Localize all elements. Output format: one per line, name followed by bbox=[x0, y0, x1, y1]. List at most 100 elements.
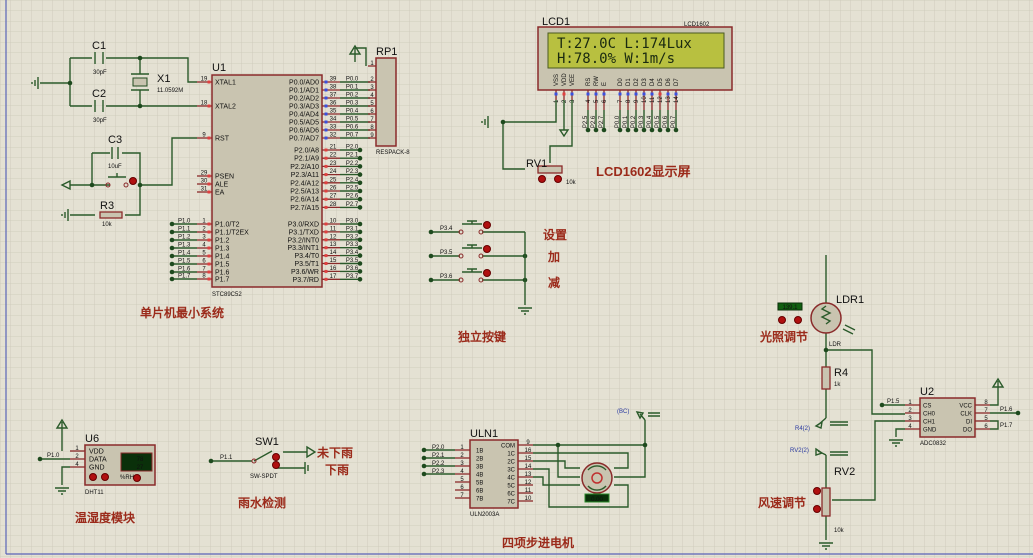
pin-state-indicator bbox=[207, 230, 211, 234]
pin-number: 14 bbox=[330, 250, 337, 256]
junction-dot bbox=[357, 164, 363, 169]
rp1-resistor-pack[interactable] bbox=[375, 57, 397, 147]
c2-ref: C2 bbox=[92, 88, 106, 100]
pin-name: P2.0/A8 bbox=[294, 148, 319, 155]
net-label: P1.7 bbox=[178, 274, 191, 280]
label-temp-humidity-module: 温湿度模块 bbox=[75, 510, 136, 525]
x1-crystal[interactable] bbox=[132, 77, 148, 87]
junction-dot bbox=[421, 463, 427, 469]
pin-name: P2.2/A10 bbox=[290, 164, 319, 171]
red-control-button[interactable] bbox=[272, 461, 280, 469]
pin-state-indicator bbox=[324, 269, 328, 273]
pin-number: 39 bbox=[330, 77, 337, 83]
net-label: P2.5 bbox=[346, 186, 359, 192]
net-label: P0.5 bbox=[346, 117, 359, 123]
pin-number: 11 bbox=[525, 488, 532, 494]
pin-number: 28 bbox=[330, 202, 337, 208]
rv2-potentiometer[interactable] bbox=[821, 487, 831, 517]
pin-state-indicator bbox=[324, 181, 328, 185]
red-control-button[interactable] bbox=[133, 474, 141, 482]
junction-dot bbox=[879, 402, 885, 408]
pin-name: P1.1/T2EX bbox=[215, 230, 249, 237]
pin-name: P0.7/AD7 bbox=[289, 136, 319, 143]
label-rain: 下雨 bbox=[325, 463, 349, 477]
net-label: P2.7 bbox=[599, 115, 605, 128]
pin-name: 3B bbox=[476, 465, 483, 471]
pin-state-indicator bbox=[650, 92, 654, 96]
net-label: P0.1 bbox=[623, 115, 629, 128]
c3-value: 10uF bbox=[108, 164, 122, 170]
pin-state-indicator bbox=[674, 92, 678, 96]
pin-name: P1.3 bbox=[215, 246, 230, 253]
junction-dot bbox=[357, 155, 363, 161]
pin-number: 16 bbox=[525, 448, 532, 454]
ldr1-light-sensor[interactable] bbox=[810, 302, 842, 334]
pin-name: GND bbox=[923, 428, 937, 434]
pin-number: 10 bbox=[330, 219, 337, 225]
red-control-button[interactable] bbox=[89, 473, 97, 481]
net-label: P3.4 bbox=[440, 226, 453, 232]
pin-number: 29 bbox=[201, 171, 208, 177]
u2-part: ADC0832 bbox=[920, 441, 947, 447]
pin-number: 13 bbox=[666, 96, 672, 103]
red-control-button[interactable] bbox=[794, 316, 802, 324]
pin-name: P2.6/A14 bbox=[290, 197, 319, 204]
lcd-pin-name: E bbox=[602, 82, 608, 86]
red-control-button[interactable] bbox=[129, 177, 137, 185]
pin-name: P2.1/A9 bbox=[294, 156, 319, 163]
stepper-motor[interactable] bbox=[581, 462, 613, 494]
red-control-button[interactable] bbox=[483, 221, 491, 229]
junction-dot bbox=[67, 80, 73, 86]
pin-name: 5C bbox=[507, 484, 515, 490]
r3-resistor[interactable] bbox=[99, 211, 123, 219]
c1-ref: C1 bbox=[92, 40, 106, 52]
lcd-pin-name: D4 bbox=[650, 78, 656, 86]
uln-ref: ULN1 bbox=[470, 428, 498, 440]
dht-unit: %RH bbox=[120, 475, 134, 481]
red-control-button[interactable] bbox=[538, 175, 546, 183]
red-control-button[interactable] bbox=[101, 473, 109, 481]
red-control-button[interactable] bbox=[813, 505, 821, 513]
rv1-value: 10k bbox=[566, 180, 577, 186]
r4-resistor[interactable] bbox=[821, 366, 831, 390]
label-independent-keys: 独立按键 bbox=[457, 329, 506, 344]
red-control-button[interactable] bbox=[813, 487, 821, 495]
r3-value: 10k bbox=[102, 222, 113, 228]
red-control-button[interactable] bbox=[554, 175, 562, 183]
pin-name: P0.0/AD0 bbox=[289, 80, 319, 87]
net-label: P2.6 bbox=[591, 115, 597, 128]
net-label: P1.3 bbox=[178, 243, 191, 249]
net-label: P0.6 bbox=[346, 125, 359, 131]
pin-state-indicator bbox=[586, 92, 590, 96]
rv2-probe-label: RV2(2) bbox=[790, 448, 809, 454]
red-control-button[interactable] bbox=[272, 453, 280, 461]
junction-dot bbox=[137, 182, 143, 188]
c2-value: 30pF bbox=[93, 118, 107, 124]
junction-dot bbox=[169, 221, 175, 227]
dht-humidity: 78 bbox=[137, 457, 144, 463]
schematic[interactable]: U1STC89C5219 XTAL118 XTAL29 RST29 PSEN30 ALE3… bbox=[0, 0, 1033, 558]
pin-state-indicator bbox=[207, 222, 211, 226]
junction-dot bbox=[169, 237, 175, 243]
net-label: P3.2 bbox=[346, 234, 359, 240]
junction-dot bbox=[823, 347, 829, 353]
junction-dot bbox=[169, 229, 175, 235]
red-control-button[interactable] bbox=[483, 269, 491, 277]
pin-state-indicator bbox=[324, 96, 328, 100]
pin-state-indicator bbox=[324, 262, 328, 265]
u1-ref: U1 bbox=[212, 62, 226, 74]
lcd-part: LCD1602 bbox=[684, 22, 710, 28]
dht-temperature: 27 bbox=[137, 465, 144, 471]
pin-number: 14 bbox=[674, 96, 680, 103]
red-control-button[interactable] bbox=[778, 316, 786, 324]
label-rain-detect: 雨水检测 bbox=[238, 495, 286, 510]
net-label: P3.5 bbox=[440, 250, 453, 256]
pin-state-indicator bbox=[207, 238, 211, 242]
red-control-button[interactable] bbox=[483, 245, 491, 253]
lcd-pin-name: D7 bbox=[674, 78, 680, 86]
pin-number: 21 bbox=[330, 145, 337, 151]
pin-number: 11 bbox=[330, 226, 337, 232]
pin-name: P3.3/INT1 bbox=[287, 245, 319, 252]
pin-name: XTAL2 bbox=[215, 104, 236, 111]
schematic-canvas[interactable]: U1 STC89C52 19 XTAL1 18 XTAL2 9 RST 29 PSEN 30 ALE 3… bbox=[0, 0, 1033, 558]
